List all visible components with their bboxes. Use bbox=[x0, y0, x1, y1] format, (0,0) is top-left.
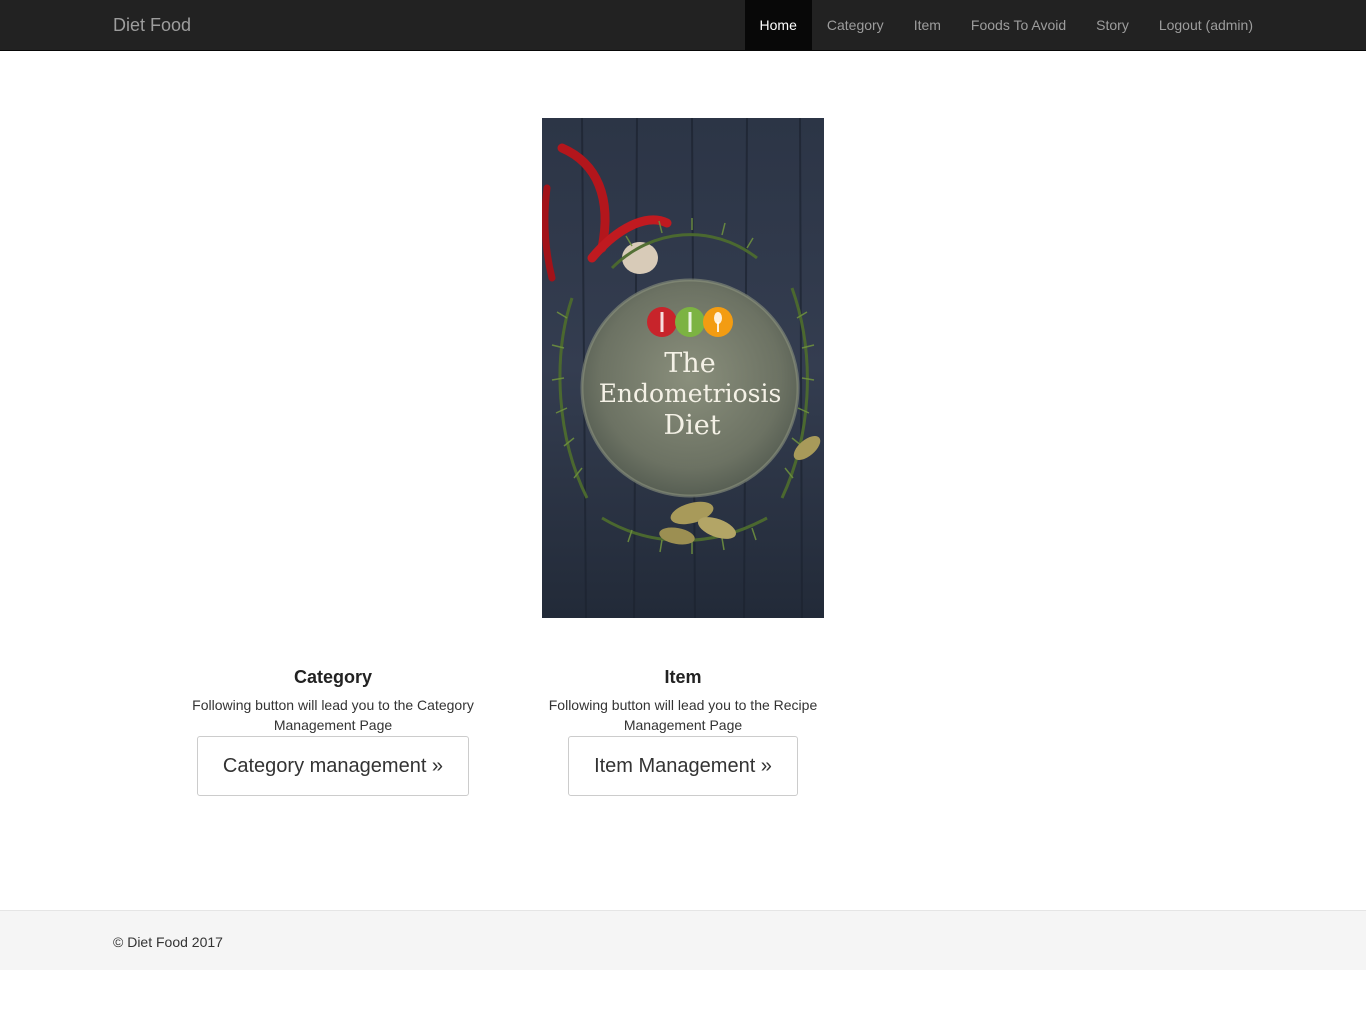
hero-image: The Endometriosis Diet bbox=[542, 118, 824, 618]
item-management-button[interactable]: Item Management » bbox=[568, 736, 798, 796]
nav-item-logout[interactable]: Logout (admin) bbox=[1144, 0, 1268, 50]
item-heading: Item bbox=[664, 667, 702, 687]
footer: © Diet Food 2017 bbox=[0, 910, 1366, 970]
top-navbar: Diet Food Home Category Item Foods To Av… bbox=[0, 0, 1366, 51]
category-management-button[interactable]: Category management » bbox=[196, 736, 470, 796]
nav-menu: Home Category Item Foods To Avoid Story … bbox=[744, 0, 1268, 50]
nav-item-foods-to-avoid[interactable]: Foods To Avoid bbox=[956, 0, 1081, 50]
hero-title-line-1: The bbox=[664, 348, 715, 379]
nav-item-story[interactable]: Story bbox=[1081, 0, 1144, 50]
nav-item-item[interactable]: Item bbox=[899, 0, 956, 50]
nav-item-home[interactable]: Home bbox=[744, 0, 812, 50]
diet-logo-icon bbox=[647, 307, 733, 337]
item-description: Following button will lead you to the Re… bbox=[548, 697, 818, 733]
hero-title-line-2: Endometriosis bbox=[599, 379, 782, 408]
item-feature: Item Following button will lead you to t… bbox=[532, 665, 834, 796]
category-heading: Category bbox=[293, 667, 373, 687]
category-feature: Category Following button will lead you … bbox=[182, 665, 484, 796]
nav-item-category[interactable]: Category bbox=[812, 0, 899, 50]
brand-link[interactable]: Diet Food bbox=[113, 14, 191, 36]
hero-illustration: The Endometriosis Diet bbox=[542, 118, 824, 618]
footer-copyright: © Diet Food 2017 bbox=[113, 934, 223, 950]
category-description: Following button will lead you to the Ca… bbox=[192, 697, 474, 733]
hero-title-line-3: Diet bbox=[663, 410, 720, 441]
